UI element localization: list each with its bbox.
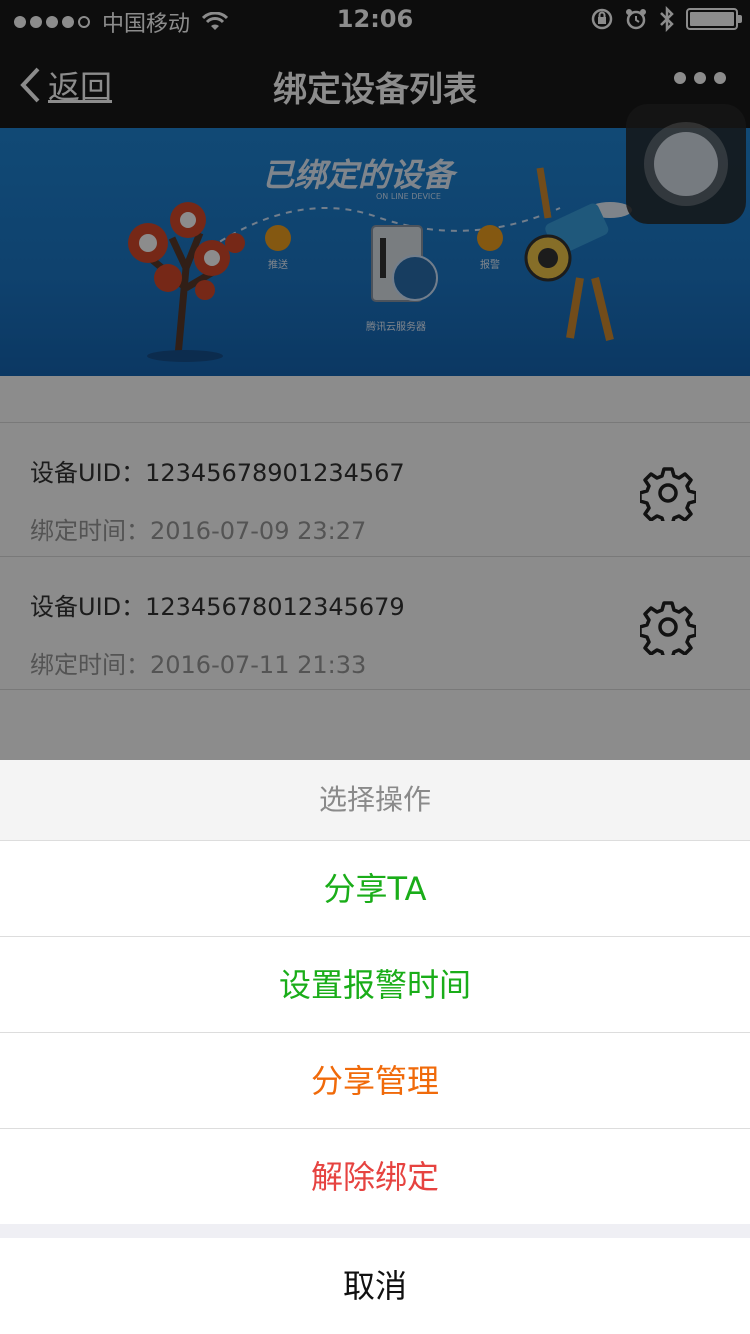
cancel-button[interactable]: 取消 xyxy=(0,1238,750,1334)
action-sheet: 选择操作 分享TA 设置报警时间 分享管理 解除绑定 取消 xyxy=(0,760,750,1334)
set-alarm-time-button[interactable]: 设置报警时间 xyxy=(0,936,750,1032)
share-ta-button[interactable]: 分享TA xyxy=(0,840,750,936)
unbind-button[interactable]: 解除绑定 xyxy=(0,1128,750,1224)
action-sheet-title: 选择操作 xyxy=(0,760,750,840)
share-management-button[interactable]: 分享管理 xyxy=(0,1032,750,1128)
